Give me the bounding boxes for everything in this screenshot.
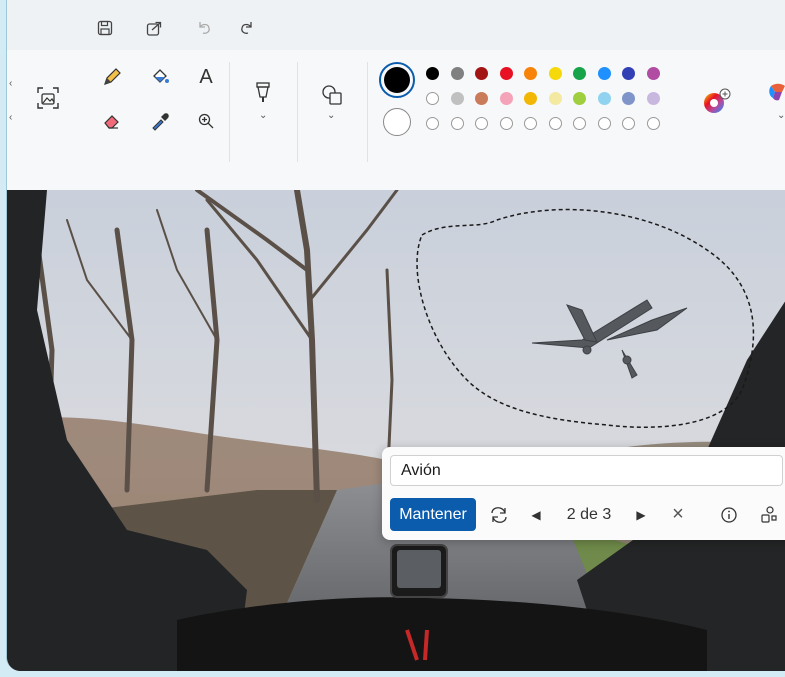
color-swatch[interactable] bbox=[646, 67, 660, 80]
color-swatch[interactable] bbox=[622, 92, 635, 105]
primary-color-button[interactable] bbox=[379, 62, 415, 98]
image-select-icon[interactable] bbox=[35, 85, 61, 111]
info-icon[interactable] bbox=[718, 498, 740, 531]
color-swatch[interactable] bbox=[499, 67, 513, 80]
secondary-color-button[interactable] bbox=[383, 108, 411, 136]
color-swatch[interactable] bbox=[573, 67, 586, 80]
primary-color-swatch bbox=[384, 67, 410, 93]
regenerate-icon[interactable] bbox=[486, 498, 512, 531]
object-label-field[interactable]: Avión bbox=[390, 455, 783, 486]
color-swatch[interactable] bbox=[499, 117, 513, 130]
color-swatch[interactable] bbox=[475, 67, 488, 80]
share-icon[interactable] bbox=[144, 18, 164, 38]
text-icon[interactable]: A bbox=[193, 64, 219, 90]
paint-window: ‹ ‹ A ⌄ ⌄ ⌄ Avión Mantener ◀ 2 de 3 ▶ × bbox=[6, 0, 785, 671]
redo-icon[interactable] bbox=[237, 18, 257, 38]
color-swatch[interactable] bbox=[597, 117, 611, 130]
color-swatch[interactable] bbox=[450, 67, 464, 80]
chevron-icon: ‹ bbox=[9, 112, 13, 123]
color-swatch[interactable] bbox=[646, 117, 660, 130]
quick-access-bar bbox=[7, 0, 785, 50]
divider bbox=[367, 62, 368, 162]
color-swatch[interactable] bbox=[597, 92, 611, 105]
shapes-icon[interactable] bbox=[319, 82, 345, 108]
feedback-icon[interactable] bbox=[758, 498, 780, 531]
brush-icon[interactable] bbox=[250, 80, 276, 106]
eraser-icon[interactable] bbox=[99, 108, 125, 134]
color-swatch[interactable] bbox=[524, 67, 537, 80]
object-selection-popup: Avión Mantener ◀ 2 de 3 ▶ × bbox=[382, 447, 785, 540]
chevron-down-icon[interactable]: ⌄ bbox=[327, 110, 335, 121]
color-swatch[interactable] bbox=[426, 67, 439, 80]
color-swatch[interactable] bbox=[548, 117, 562, 130]
color-swatch[interactable] bbox=[548, 92, 562, 105]
color-swatch[interactable] bbox=[426, 117, 439, 130]
copilot-icon[interactable] bbox=[767, 82, 785, 111]
drawing-canvas[interactable] bbox=[7, 190, 785, 671]
edit-colors-icon[interactable] bbox=[702, 88, 732, 121]
color-swatch[interactable] bbox=[646, 92, 660, 105]
color-swatch[interactable] bbox=[573, 92, 586, 105]
undo-icon[interactable] bbox=[194, 18, 214, 38]
magnifier-icon[interactable] bbox=[193, 108, 219, 134]
color-picker-icon[interactable] bbox=[147, 108, 173, 134]
chevron-down-icon[interactable]: ⌄ bbox=[259, 110, 267, 121]
color-swatch[interactable] bbox=[597, 67, 611, 80]
ribbon-toolbar: ‹ ‹ A ⌄ ⌄ ⌄ bbox=[7, 50, 785, 191]
color-swatch[interactable] bbox=[524, 92, 537, 105]
close-icon[interactable]: × bbox=[668, 498, 688, 531]
color-swatch[interactable] bbox=[475, 92, 488, 105]
color-swatch[interactable] bbox=[524, 117, 537, 130]
color-swatch[interactable] bbox=[426, 92, 439, 105]
result-counter: 2 de 3 bbox=[566, 505, 612, 523]
divider bbox=[229, 62, 230, 162]
divider bbox=[297, 62, 298, 162]
chevron-icon: ‹ bbox=[9, 78, 13, 89]
color-swatch[interactable] bbox=[450, 117, 464, 130]
save-icon[interactable] bbox=[95, 18, 115, 38]
color-swatch[interactable] bbox=[548, 67, 562, 80]
color-swatch[interactable] bbox=[475, 117, 488, 130]
color-swatch[interactable] bbox=[622, 67, 635, 80]
color-swatch[interactable] bbox=[622, 117, 635, 130]
color-swatch[interactable] bbox=[573, 117, 586, 130]
keep-button[interactable]: Mantener bbox=[390, 498, 476, 531]
canvas-photo bbox=[7, 190, 785, 671]
color-swatch[interactable] bbox=[450, 92, 464, 105]
next-icon[interactable]: ▶ bbox=[632, 498, 650, 531]
color-swatch[interactable] bbox=[499, 92, 513, 105]
fill-bucket-icon[interactable] bbox=[147, 64, 173, 90]
previous-icon[interactable]: ◀ bbox=[527, 498, 545, 531]
chevron-down-icon[interactable]: ⌄ bbox=[777, 110, 785, 121]
pencil-icon[interactable] bbox=[99, 64, 125, 90]
